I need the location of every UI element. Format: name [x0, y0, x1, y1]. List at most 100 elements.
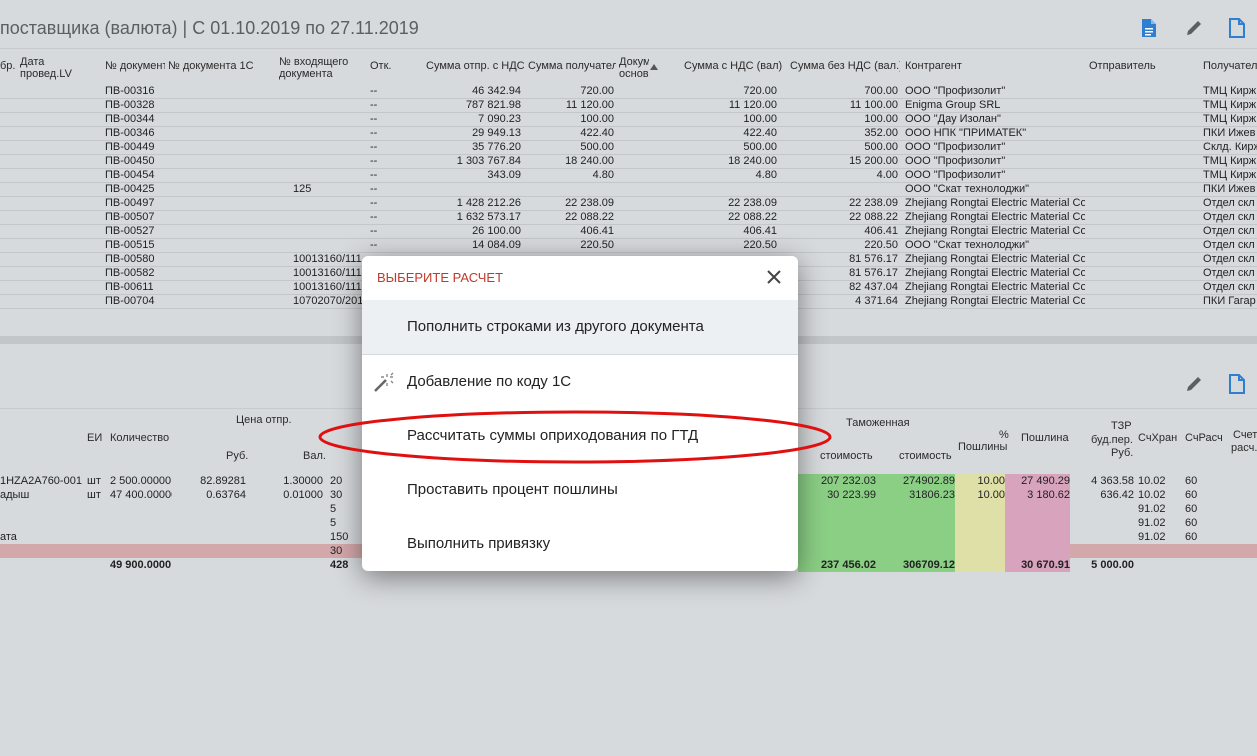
col-header-doc[interactable]: № документ	[105, 60, 165, 72]
cell-qty	[110, 544, 172, 558]
col-header-calc[interactable]: СчРасч	[1185, 432, 1223, 444]
col-header-br[interactable]: бр.	[0, 60, 16, 72]
pencil-icon[interactable]	[1184, 374, 1204, 394]
cell-recv: Склд. Кирж	[1203, 141, 1257, 153]
col-header-pct-duty[interactable]: Пошлины	[958, 441, 1007, 453]
table-row[interactable]: ПВ-00344 -- 7 090.23 100.00 100.00 100.00 ООО …	[0, 112, 1257, 127]
total-duty: 30 670.91	[1005, 558, 1070, 572]
col-header-price[interactable]: Цена отпр.	[236, 414, 292, 426]
cell-agent: Zhejiang Rongtai Electric Material Co.,	[905, 253, 1085, 265]
table-row[interactable]: ПВ-00450 -- 1 303 767.84 18 240.00 18 240.00…	[0, 154, 1257, 169]
col-header-incoming[interactable]: № входящего документа	[279, 56, 364, 80]
cell-ei	[87, 502, 107, 516]
cell-s2: 220.50	[580, 239, 614, 251]
cell-s1: 14 084.09	[472, 239, 521, 251]
cell-x: 150	[330, 531, 349, 543]
col-header-date[interactable]: Дата провед.LV	[20, 56, 80, 80]
cell-rub	[180, 544, 246, 558]
cell-s1: 26 100.00	[472, 225, 521, 237]
close-icon[interactable]	[764, 267, 784, 287]
cell-agent: Enigma Group SRL	[905, 99, 1001, 111]
menu-item-set-duty-percent[interactable]: Проставить процент пошлины	[362, 463, 798, 517]
col-header-sum-novat-val[interactable]: Сумма без НДС (вал.)	[790, 60, 900, 72]
cell-agent: ООО НПК "ПРИМАТЕК"	[905, 127, 1027, 139]
col-header-pct[interactable]: %	[999, 429, 1009, 441]
magic-wand-icon	[374, 372, 394, 392]
col-header-val[interactable]: Вал.	[303, 450, 326, 462]
cell-val	[255, 516, 323, 530]
col-header-customs[interactable]: Таможенная	[846, 417, 910, 429]
menu-item-calc-gtd-sums[interactable]: Рассчитать суммы оприходования по ГТД	[362, 409, 798, 463]
cell-s3: 422.40	[743, 127, 777, 139]
col-header-acc[interactable]: Счет	[1233, 429, 1257, 441]
menu-item-add-by-1c-code[interactable]: Добавление по коду 1С	[362, 355, 798, 409]
cell-store: 91.02	[1138, 517, 1166, 529]
menu-item-do-binding[interactable]: Выполнить привязку	[362, 517, 798, 571]
cell-x: 5	[330, 503, 337, 515]
document-icon[interactable]	[1140, 18, 1158, 38]
sort-up-icon[interactable]	[650, 64, 658, 70]
col-header-ei[interactable]: ЕИ	[87, 432, 102, 444]
col-header-tzr-bud[interactable]: буд.пер.	[1091, 434, 1133, 446]
cell-store: 91.02	[1138, 531, 1166, 543]
menu-item-fill-from-document[interactable]: Пополнить строками из другого документа	[362, 300, 798, 355]
col-header-receiver[interactable]: Получатель	[1203, 60, 1257, 72]
table-row[interactable]: ПВ-00497 -- 1 428 212.26 22 238.09 22 238.09…	[0, 196, 1257, 211]
cell-calc: 60	[1185, 531, 1198, 543]
new-document-icon[interactable]	[1228, 18, 1246, 38]
cell-duty	[1005, 516, 1070, 530]
cell-pct	[955, 516, 1005, 530]
col-header-doc-base[interactable]: Докум основ	[619, 56, 649, 80]
col-header-store[interactable]: СчХран	[1138, 432, 1177, 444]
cell-tzr	[1072, 516, 1134, 530]
col-header-tzr-rub[interactable]: Руб.	[1111, 447, 1133, 459]
cell-recv: ПКИ Гагар	[1203, 295, 1256, 307]
cell-ei	[87, 516, 107, 530]
col-header-sum-vat-val[interactable]: Сумма с НДС (вал)	[684, 60, 784, 72]
col-header-cost1[interactable]: стоимость	[820, 450, 873, 462]
col-header-otk[interactable]: Отк.	[370, 60, 400, 72]
new-document-icon[interactable]	[1228, 374, 1246, 394]
pencil-icon[interactable]	[1184, 18, 1204, 38]
cell-in: 125	[293, 183, 312, 195]
table-row[interactable]: ПВ-00515 -- 14 084.09 220.50 220.50 220.50 ООО…	[0, 238, 1257, 253]
cell-s4: 22 088.22	[849, 211, 898, 223]
cell-doc: ПВ-00449	[105, 141, 155, 153]
table-row[interactable]: ПВ-00507 -- 1 632 573.17 22 088.22 22 088.22…	[0, 210, 1257, 225]
table-row[interactable]: ПВ-00316 -- 46 342.94 720.00 720.00 700.00 ООО…	[0, 84, 1257, 99]
table-row[interactable]: ПВ-00328 -- 787 821.98 11 120.00 11 120.00 11…	[0, 98, 1257, 113]
cell-agent: ООО "Профизолит"	[905, 141, 1006, 153]
table-row[interactable]: ПВ-00454 -- 343.09 4.80 4.80 4.00 ООО "Профизо…	[0, 168, 1257, 183]
cell-c2	[876, 516, 955, 530]
table-row[interactable]: ПВ-00425 125 -- ООО "Скат технолоджи" ПКИ Иж…	[0, 182, 1257, 197]
col-header-acc2[interactable]: расч.	[1231, 442, 1257, 454]
table-row[interactable]: ПВ-00527 -- 26 100.00 406.41 406.41 406.41 Zhe…	[0, 224, 1257, 239]
col-header-doc1c[interactable]: № документа 1С	[168, 60, 263, 72]
cell-val	[255, 502, 323, 516]
cell-otk: --	[370, 183, 378, 195]
cell-doc: ПВ-00497	[105, 197, 155, 209]
cell-agent: ООО "Профизолит"	[905, 155, 1006, 167]
col-header-sum-receiver[interactable]: Сумма получатель	[528, 60, 616, 72]
cell-s4: 406.41	[864, 225, 898, 237]
cell-s1: 29 949.13	[472, 127, 521, 139]
col-header-cost2[interactable]: стоимость	[899, 450, 952, 462]
cell-recv: ТМЦ Кирж	[1203, 113, 1257, 125]
menu-item-label: Выполнить привязку	[407, 535, 551, 552]
col-header-duty[interactable]: Пошлина	[1021, 432, 1069, 444]
cell-agent: ООО "Профизолит"	[905, 169, 1006, 181]
col-header-counterparty[interactable]: Контрагент	[905, 60, 1005, 72]
cell-recv: Отдел скл	[1203, 197, 1255, 209]
col-header-sender[interactable]: Отправитель	[1089, 60, 1189, 72]
col-header-tzr[interactable]: ТЗР	[1111, 420, 1132, 432]
cell-store: 10.02	[1138, 475, 1166, 487]
table-row[interactable]: ПВ-00449 -- 35 776.20 500.00 500.00 500.00 ООО…	[0, 140, 1257, 155]
col-header-qty[interactable]: Количество	[110, 432, 169, 444]
col-header-rub[interactable]: Руб.	[226, 450, 248, 462]
table-row[interactable]: ПВ-00346 -- 29 949.13 422.40 422.40 352.00 ООО…	[0, 126, 1257, 141]
cell-calc: 60	[1185, 489, 1198, 501]
col-header-sum-sender[interactable]: Сумма отпр. с НДС	[426, 60, 526, 72]
cell-recv: ТМЦ Кирж	[1203, 169, 1257, 181]
cell-qty: 47 400.00000	[110, 489, 172, 501]
page-title: поставщика (валюта) | С 01.10.2019 по 27…	[0, 18, 419, 38]
